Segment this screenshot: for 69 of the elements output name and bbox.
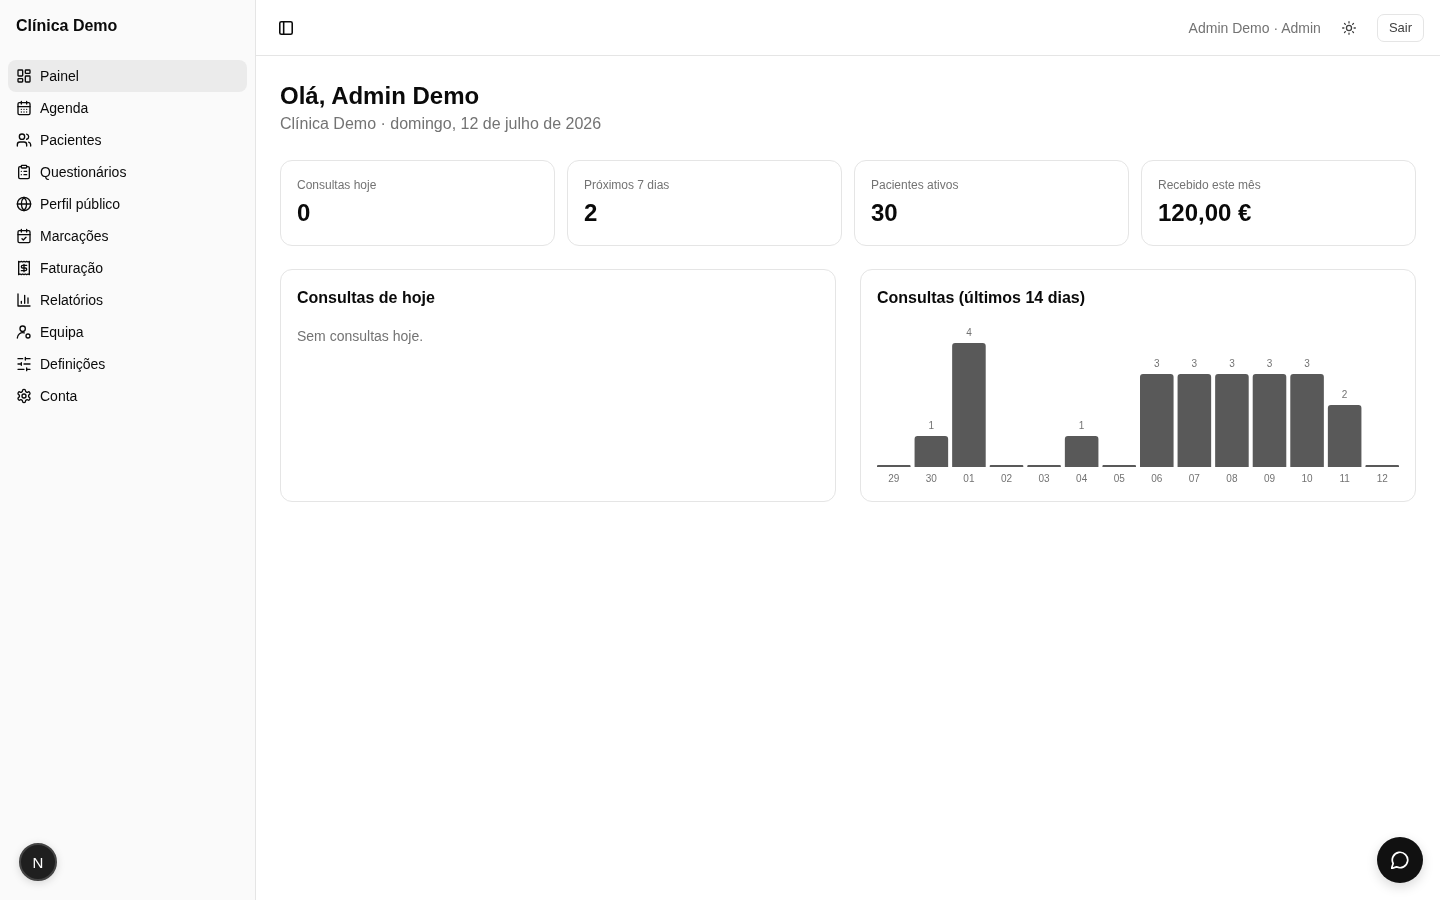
axis-label: 09: [1263, 473, 1276, 484]
nav-item[interactable]: Relatórios: [8, 284, 247, 316]
nav-item[interactable]: Definições: [8, 348, 247, 380]
stat-label: Próximos 7 dias: [584, 177, 671, 193]
nav-item[interactable]: Equipa: [8, 316, 247, 348]
stat-label: Recebido este mês: [1158, 177, 1262, 193]
axis-label: 29: [888, 473, 900, 484]
chart-bar: [1064, 436, 1099, 467]
calendar-check-icon: [16, 228, 32, 244]
nav-item[interactable]: Agenda: [8, 92, 247, 124]
axis-label: 03: [1038, 473, 1050, 484]
axis-label: 12: [1376, 473, 1388, 484]
axis-label: 07: [1188, 473, 1200, 484]
axis-label: 05: [1113, 473, 1125, 484]
nav-item[interactable]: Faturação: [8, 252, 247, 284]
card-title: Consultas (últimos 14 dias): [877, 288, 1087, 308]
axis-label: 08: [1226, 473, 1238, 484]
bar-chart-icon: [16, 292, 32, 308]
nav-item[interactable]: Painel: [8, 60, 247, 92]
stat-label: Pacientes ativos: [871, 177, 960, 193]
dashboard-icon: [16, 68, 32, 84]
axis-label: 06: [1151, 473, 1163, 484]
bar-value-label: 4: [966, 327, 972, 338]
calendar-icon: [16, 100, 32, 116]
bar-value-label: 1: [1078, 420, 1085, 431]
nav-item[interactable]: Perfil público: [8, 188, 247, 220]
stat-value: 2: [584, 198, 599, 228]
bar-value-label: 3: [1154, 358, 1160, 369]
axis-label: 11: [1339, 473, 1350, 484]
card-title: Consultas de hoje: [297, 288, 436, 308]
logout-button[interactable]: Sair: [1376, 13, 1424, 42]
stat-value: 0: [297, 198, 312, 228]
axis-label: 02: [1000, 473, 1013, 484]
chat-bubble-icon: [1391, 851, 1409, 869]
nav-item[interactable]: Pacientes: [8, 124, 247, 156]
axis-label: 10: [1301, 473, 1313, 484]
globe-icon: [16, 196, 32, 212]
bar-value-label: 3: [1191, 358, 1198, 369]
empty-message: Sem consultas hoje.: [297, 327, 425, 346]
user-icon: [16, 324, 32, 340]
settings-icon: [16, 388, 32, 404]
bar-value-label: 2: [1341, 389, 1348, 400]
sliders-icon: [16, 356, 32, 372]
nav-item[interactable]: Marcações: [8, 220, 247, 252]
sun-icon: [1341, 20, 1356, 35]
stat-value: 120,00 €: [1158, 198, 1253, 228]
receipt-icon: [16, 260, 32, 276]
chart-bar: [914, 436, 949, 467]
bar-value-label: 1: [928, 420, 935, 431]
bar-value-label: 3: [1266, 358, 1273, 369]
panel-left-icon: [279, 20, 293, 35]
nav-item[interactable]: Conta: [8, 380, 247, 412]
chat-button[interactable]: [1377, 837, 1423, 883]
chart-bar: [1327, 405, 1362, 467]
axis-label: 04: [1076, 473, 1088, 484]
clipboard-list-icon: [16, 164, 32, 180]
page-heading: Olá, Admin Demo: [280, 81, 481, 111]
stat-label: Consultas hoje: [297, 177, 378, 193]
bar-value-label: 3: [1229, 358, 1235, 369]
sidebar-title: Clínica Demo: [16, 17, 118, 35]
nav-item[interactable]: Questionários: [8, 156, 247, 188]
dev-tools-button[interactable]: N: [19, 843, 57, 881]
stat-value: 30: [871, 198, 899, 228]
user-name: Admin Demo · Admin: [1188, 19, 1321, 36]
bar-value-label: 3: [1304, 358, 1310, 369]
axis-label: 30: [925, 473, 937, 484]
users-icon: [16, 132, 32, 148]
axis-label: 01: [963, 473, 975, 484]
page-subtitle: Clínica Demo · domingo, 12 de julho de 2026: [280, 114, 603, 134]
